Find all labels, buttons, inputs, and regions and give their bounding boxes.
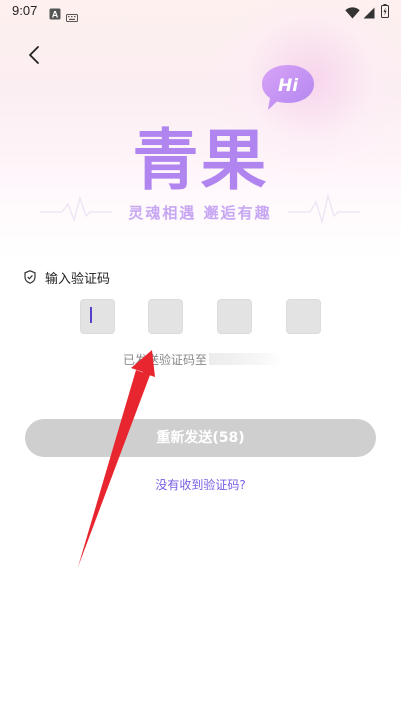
- resend-button[interactable]: 重新发送(58): [25, 419, 376, 457]
- logo-slogan-row: 灵魂相遇 邂逅有趣: [40, 190, 360, 230]
- keyboard-icon: [66, 7, 78, 26]
- status-time: 9:07: [12, 3, 38, 18]
- wifi-icon: [345, 4, 360, 23]
- sent-notice: 已发送验证码至: [123, 349, 285, 367]
- signal-icon: [363, 4, 375, 23]
- no-code-received-link[interactable]: 没有收到验证码?: [0, 476, 401, 493]
- a-badge-icon: A: [49, 5, 61, 24]
- bubble-text: Hi: [278, 76, 299, 96]
- logo-title: 青果: [132, 122, 269, 199]
- masked-phone-number: [209, 353, 285, 365]
- battery-icon: [381, 3, 389, 22]
- logo-slogan: 灵魂相遇 邂逅有趣: [128, 204, 272, 222]
- text-cursor: [90, 307, 92, 323]
- code-input-2[interactable]: [148, 299, 183, 334]
- sent-text: 已发送验证码至: [123, 353, 208, 367]
- code-input-4[interactable]: [286, 299, 321, 334]
- verify-label: 输入验证码: [45, 272, 111, 287]
- shield-check-icon: [24, 269, 36, 288]
- status-bar: 9:07 A: [0, 0, 401, 24]
- code-input-3[interactable]: [217, 299, 252, 334]
- app-logo: Hi 青果 灵魂相遇 邂逅有趣: [0, 55, 401, 230]
- code-input-1[interactable]: [80, 299, 115, 334]
- svg-text:A: A: [52, 10, 59, 20]
